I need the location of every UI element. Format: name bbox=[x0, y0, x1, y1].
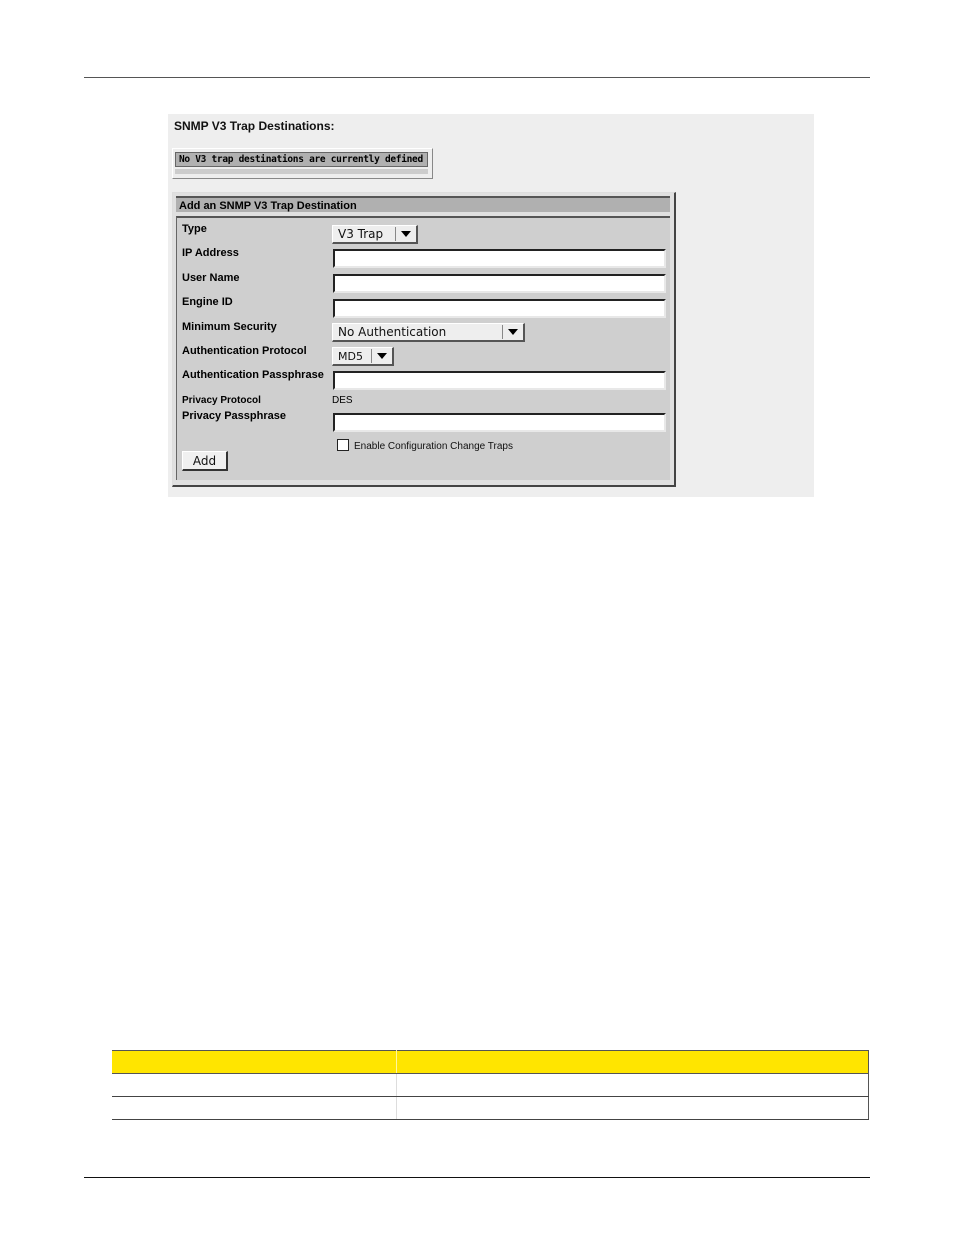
table-row bbox=[112, 1073, 869, 1097]
trap-destinations-list: No V3 trap destinations are currently de… bbox=[172, 148, 433, 179]
config-change-traps-checkbox[interactable] bbox=[337, 439, 349, 451]
type-label: Type bbox=[182, 223, 207, 235]
table-header-row bbox=[112, 1050, 869, 1074]
list-footer-bar bbox=[175, 169, 428, 174]
add-button[interactable]: Add bbox=[182, 451, 228, 471]
table-header-cell bbox=[112, 1050, 397, 1074]
table-header-cell bbox=[396, 1050, 869, 1074]
table-cell bbox=[112, 1096, 397, 1120]
ip-address-label: IP Address bbox=[182, 247, 239, 259]
privacy-protocol-value: DES bbox=[332, 395, 353, 406]
privacy-passphrase-input[interactable] bbox=[333, 413, 666, 432]
minimum-security-label: Minimum Security bbox=[182, 321, 277, 333]
user-name-input[interactable] bbox=[333, 274, 666, 293]
page-header-rule bbox=[84, 77, 870, 78]
panel-title: SNMP V3 Trap Destinations: bbox=[174, 119, 335, 133]
chevron-down-icon bbox=[371, 349, 392, 363]
minimum-security-value: No Authentication bbox=[338, 325, 447, 339]
ip-address-input[interactable] bbox=[333, 249, 666, 268]
engine-id-input[interactable] bbox=[333, 299, 666, 318]
page-footer-rule bbox=[84, 1177, 870, 1178]
add-destination-form: Add an SNMP V3 Trap Destination Type V3 … bbox=[172, 192, 676, 487]
minimum-security-select[interactable]: No Authentication bbox=[332, 323, 525, 342]
empty-message: No V3 trap destinations are currently de… bbox=[175, 152, 428, 167]
auth-protocol-value: MD5 bbox=[338, 350, 363, 363]
auth-protocol-label: Authentication Protocol bbox=[182, 345, 307, 357]
auth-passphrase-input[interactable] bbox=[333, 371, 666, 390]
config-change-traps-label: Enable Configuration Change Traps bbox=[354, 441, 513, 452]
privacy-passphrase-label: Privacy Passphrase bbox=[182, 410, 286, 422]
chevron-down-icon bbox=[395, 227, 416, 241]
type-select[interactable]: V3 Trap bbox=[332, 225, 418, 244]
info-table bbox=[112, 1050, 869, 1120]
auth-passphrase-label: Authentication Passphrase bbox=[182, 369, 324, 381]
table-cell bbox=[396, 1073, 869, 1097]
engine-id-label: Engine ID bbox=[182, 296, 233, 308]
privacy-protocol-label: Privacy Protocol bbox=[182, 395, 261, 406]
form-header: Add an SNMP V3 Trap Destination bbox=[176, 196, 670, 212]
form-body: Type V3 Trap IP Address User Name Engine… bbox=[176, 216, 670, 480]
snmp-v3-trap-panel: SNMP V3 Trap Destinations: No V3 trap de… bbox=[168, 114, 814, 497]
table-cell bbox=[396, 1096, 869, 1120]
type-select-value: V3 Trap bbox=[338, 227, 384, 241]
user-name-label: User Name bbox=[182, 272, 240, 284]
auth-protocol-select[interactable]: MD5 bbox=[332, 347, 394, 366]
table-row bbox=[112, 1096, 869, 1120]
table-cell bbox=[112, 1073, 397, 1097]
chevron-down-icon bbox=[502, 325, 523, 339]
